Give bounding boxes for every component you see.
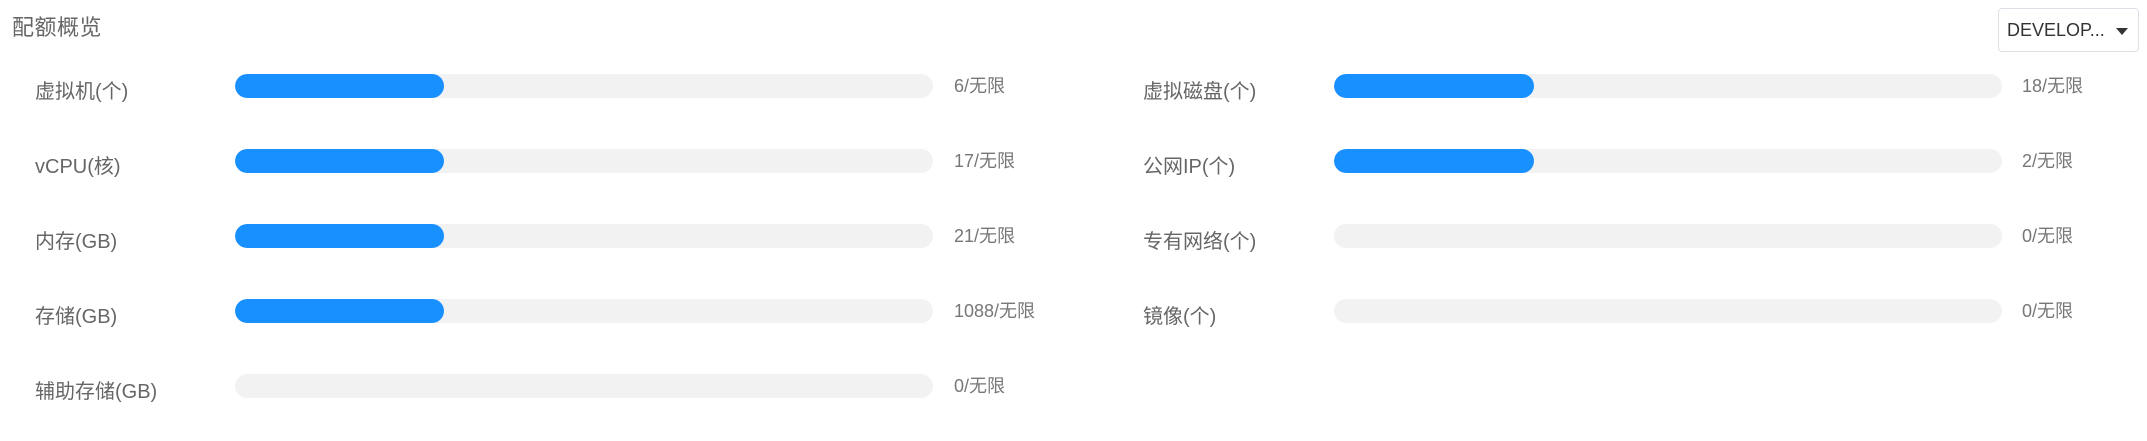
quota-row-image: 镜像(个) 0/无限 — [1120, 291, 2120, 366]
caret-down-icon — [2116, 28, 2128, 35]
progress-track — [235, 299, 933, 323]
progress-fill — [235, 74, 445, 98]
quota-usage: 17/无限 — [954, 151, 1016, 171]
progress-track — [1334, 224, 2002, 248]
quota-usage: 6/无限 — [954, 76, 1006, 96]
quota-usage: 18/无限 — [2022, 76, 2084, 96]
progress-track — [235, 149, 933, 173]
quota-column-left: 虚拟机(个) 6/无限 vCPU(核) 17/无限 内存(GB) 21/无限 存… — [0, 66, 1120, 441]
progress-fill — [235, 224, 445, 248]
quota-label: vCPU(核) — [35, 156, 121, 178]
quota-usage: 1088/无限 — [954, 301, 1036, 321]
quota-usage: 2/无限 — [2022, 151, 2074, 171]
quota-usage: 0/无限 — [2022, 301, 2074, 321]
quota-row-memory: 内存(GB) 21/无限 — [0, 216, 1120, 291]
quota-label: 公网IP(个) — [1143, 156, 1236, 178]
progress-fill — [235, 149, 445, 173]
progress-track — [1334, 149, 2002, 173]
progress-track — [235, 74, 933, 98]
quota-label: 辅助存储(GB) — [35, 381, 158, 403]
quota-row-virtual-disk: 虚拟磁盘(个) 18/无限 — [1120, 66, 2120, 141]
progress-fill — [235, 299, 445, 323]
quota-column-right: 虚拟磁盘(个) 18/无限 公网IP(个) 2/无限 专有网络(个) 0/无限 … — [1120, 66, 2120, 366]
quota-label: 存储(GB) — [35, 306, 118, 328]
progress-track — [1334, 74, 2002, 98]
quota-row-aux-storage: 辅助存储(GB) 0/无限 — [0, 366, 1120, 441]
progress-track — [235, 374, 933, 398]
quota-row-public-ip: 公网IP(个) 2/无限 — [1120, 141, 2120, 216]
quota-usage: 0/无限 — [954, 376, 1006, 396]
quota-row-vm: 虚拟机(个) 6/无限 — [0, 66, 1120, 141]
quota-row-vcpu: vCPU(核) 17/无限 — [0, 141, 1120, 216]
quota-label: 虚拟机(个) — [35, 81, 129, 103]
environment-select-value: DEVELOP... — [2007, 19, 2105, 40]
quota-overview-panel: 配额概览 DEVELOP... 虚拟机(个) 6/无限 vCPU(核) 17/无… — [0, 0, 2147, 424]
progress-fill — [1334, 74, 1535, 98]
progress-track — [1334, 299, 2002, 323]
progress-fill — [1334, 149, 1535, 173]
quota-row-storage: 存储(GB) 1088/无限 — [0, 291, 1120, 366]
quota-label: 虚拟磁盘(个) — [1143, 81, 1257, 103]
quota-row-vpc: 专有网络(个) 0/无限 — [1120, 216, 2120, 291]
quota-label: 专有网络(个) — [1143, 231, 1257, 253]
progress-track — [235, 224, 933, 248]
quota-label: 内存(GB) — [35, 231, 118, 253]
quota-usage: 0/无限 — [2022, 226, 2074, 246]
environment-select[interactable]: DEVELOP... — [1998, 8, 2139, 52]
quota-label: 镜像(个) — [1143, 306, 1217, 328]
page-title: 配额概览 — [12, 15, 103, 40]
quota-usage: 21/无限 — [954, 226, 1016, 246]
